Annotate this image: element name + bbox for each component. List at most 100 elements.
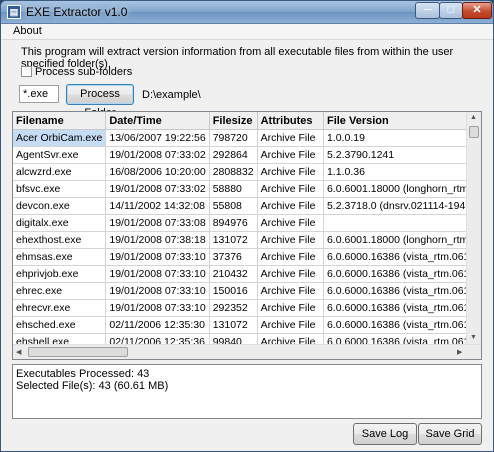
- status-processed: Executables Processed: 43: [16, 368, 150, 380]
- table-cell: 55808: [209, 197, 258, 215]
- table-cell: Archive File: [257, 146, 324, 164]
- scroll-left-arrow-icon[interactable]: ◀: [16, 348, 21, 356]
- table-cell: 131072: [209, 231, 258, 249]
- column-header-date-time[interactable]: Date/Time: [105, 112, 210, 130]
- table-cell: Archive File: [257, 214, 324, 232]
- table-row[interactable]: devcon.exe 14/11/2002 14:32:08 55808 Archiv…: [13, 197, 481, 215]
- table-cell: ehprivjob.exe: [13, 265, 107, 283]
- table-cell: Archive File: [257, 129, 324, 147]
- status-log[interactable]: Executables Processed: 43 Selected File(…: [12, 364, 482, 419]
- table-cell: ehrec.exe: [13, 282, 107, 300]
- table-cell: 37376: [209, 248, 258, 266]
- table-row[interactable]: ehrec.exe 19/01/2008 07:33:10 150016 Archiv…: [13, 282, 481, 300]
- table-cell: 1.0.0.19: [323, 129, 481, 147]
- table-cell: 798720: [209, 129, 258, 147]
- table-cell: Archive File: [257, 265, 324, 283]
- table-cell: 6.0.6000.16386 (vista_rtm.0611: [323, 316, 481, 334]
- table-cell: 19/01/2008 07:33:10: [105, 248, 210, 266]
- table-cell: 02/11/2006 12:35:30: [105, 316, 210, 334]
- table-cell: 210432: [209, 265, 258, 283]
- status-selected: Selected File(s): 43 (60.61 MB): [16, 380, 169, 392]
- table-cell: 19/01/2008 07:33:02: [105, 146, 210, 164]
- table-row[interactable]: ehexthost.exe 19/01/2008 07:38:18 131072 Ar…: [13, 231, 481, 249]
- table-row[interactable]: bfsvc.exe 19/01/2008 07:33:02 58880 Archive…: [13, 180, 481, 198]
- table-cell: AgentSvr.exe: [13, 146, 107, 164]
- table-cell: 19/01/2008 07:33:08: [105, 214, 210, 232]
- table-row[interactable]: ehsched.exe 02/11/2006 12:35:30 131072 Arch…: [13, 316, 481, 334]
- table-cell: ehrecvr.exe: [13, 299, 107, 317]
- table-cell: [323, 214, 481, 232]
- table-cell: 19/01/2008 07:33:10: [105, 299, 210, 317]
- table-row[interactable]: AgentSvr.exe 19/01/2008 07:33:02 292864 Arc…: [13, 146, 481, 164]
- process-folder-button[interactable]: Process Folder: [66, 84, 134, 119]
- menu-about[interactable]: About: [13, 25, 42, 37]
- table-cell: 58880: [209, 180, 258, 198]
- column-header-file-version[interactable]: File Version: [323, 112, 481, 130]
- results-table: Filename Date/Time Filesize Attributes File …: [13, 112, 481, 351]
- title-bar[interactable]: ▤ EXE Extractor v1.0 ─ □ ✕: [1, 1, 493, 24]
- table-cell: 16/08/2006 10:20:00: [105, 163, 210, 181]
- close-button[interactable]: ✕: [462, 2, 492, 19]
- table-row[interactable]: ehprivjob.exe 19/01/2008 07:33:10 210432 Ar…: [13, 265, 481, 283]
- table-cell: ehsched.exe: [13, 316, 107, 334]
- scroll-down-arrow-icon[interactable]: ▼: [470, 334, 477, 341]
- table-cell: Archive File: [257, 231, 324, 249]
- table-cell: 5.2.3718.0 (dnsrv.021114-1947): [323, 197, 481, 215]
- table-cell: 6.0.6001.18000 (longhorn_rtm.0: [323, 231, 481, 249]
- vertical-scroll-thumb[interactable]: [469, 126, 479, 138]
- table-cell: 6.0.6000.16386 (vista_rtm.0611: [323, 282, 481, 300]
- table-cell: ehexthost.exe: [13, 231, 107, 249]
- table-cell: Archive File: [257, 180, 324, 198]
- save-log-button[interactable]: Save Log: [353, 423, 417, 445]
- table-cell: 1.1.0.36: [323, 163, 481, 181]
- table-cell: Archive File: [257, 282, 324, 300]
- table-row[interactable]: ehmsas.exe 19/01/2008 07:33:10 37376 Archiv…: [13, 248, 481, 266]
- subfolders-label[interactable]: Process sub-folders: [35, 66, 132, 78]
- table-cell: digitalx.exe: [13, 214, 107, 232]
- table-cell: 13/06/2007 19:22:56: [105, 129, 210, 147]
- table-row[interactable]: alcwzrd.exe 16/08/2006 10:20:00 2808832 Arc…: [13, 163, 481, 181]
- column-header-filename[interactable]: Filename: [13, 112, 107, 130]
- table-cell: bfsvc.exe: [13, 180, 107, 198]
- grid-header-row: Filename Date/Time Filesize Attributes File …: [13, 112, 481, 130]
- table-row[interactable]: digitalx.exe 19/01/2008 07:33:08 894976 Arc…: [13, 214, 481, 232]
- app-icon: ▤: [7, 5, 21, 19]
- table-cell: alcwzrd.exe: [13, 163, 107, 181]
- table-cell: Archive File: [257, 299, 324, 317]
- horizontal-scrollbar[interactable]: ◀ ▶: [13, 344, 481, 359]
- table-cell: 292864: [209, 146, 258, 164]
- table-row[interactable]: ehrecvr.exe 19/01/2008 07:33:10 292352 Arch…: [13, 299, 481, 317]
- table-cell: 292352: [209, 299, 258, 317]
- table-cell: Archive File: [257, 163, 324, 181]
- folder-path-label: D:\example\: [142, 89, 201, 101]
- minimize-button[interactable]: ─: [415, 2, 440, 19]
- table-cell: 6.0.6000.16386 (vista_rtm.0611: [323, 265, 481, 283]
- table-cell: 6.0.6001.18000 (longhorn_rtm.0: [323, 180, 481, 198]
- table-cell: Acer OrbiCam.exe: [13, 129, 107, 147]
- table-cell: 14/11/2002 14:32:08: [105, 197, 210, 215]
- table-cell: devcon.exe: [13, 197, 107, 215]
- file-mask-input[interactable]: [19, 85, 59, 103]
- column-header-filesize[interactable]: Filesize: [209, 112, 258, 130]
- column-header-attributes[interactable]: Attributes: [257, 112, 324, 130]
- save-grid-button[interactable]: Save Grid: [418, 423, 482, 445]
- horizontal-scroll-thumb[interactable]: [28, 347, 128, 357]
- subfolders-checkbox[interactable]: [21, 66, 32, 77]
- table-cell: Archive File: [257, 197, 324, 215]
- table-row[interactable]: Acer OrbiCam.exe 13/06/2007 19:22:56 79872…: [13, 129, 481, 147]
- table-cell: 6.0.6000.16386 (vista_rtm.0611: [323, 248, 481, 266]
- main-window: ▤ EXE Extractor v1.0 ─ □ ✕ About This pr…: [0, 0, 494, 452]
- table-cell: ehmsas.exe: [13, 248, 107, 266]
- table-cell: 19/01/2008 07:33:10: [105, 282, 210, 300]
- table-cell: 19/01/2008 07:33:10: [105, 265, 210, 283]
- scroll-right-arrow-icon[interactable]: ▶: [457, 348, 462, 356]
- table-cell: Archive File: [257, 316, 324, 334]
- scroll-up-arrow-icon[interactable]: ▲: [470, 114, 477, 121]
- results-grid[interactable]: Filename Date/Time Filesize Attributes File …: [12, 111, 482, 360]
- table-cell: Archive File: [257, 248, 324, 266]
- table-cell: 19/01/2008 07:33:02: [105, 180, 210, 198]
- table-cell: 894976: [209, 214, 258, 232]
- table-cell: 2808832: [209, 163, 258, 181]
- vertical-scrollbar[interactable]: ▲ ▼: [466, 112, 481, 346]
- maximize-button[interactable]: □: [439, 2, 463, 19]
